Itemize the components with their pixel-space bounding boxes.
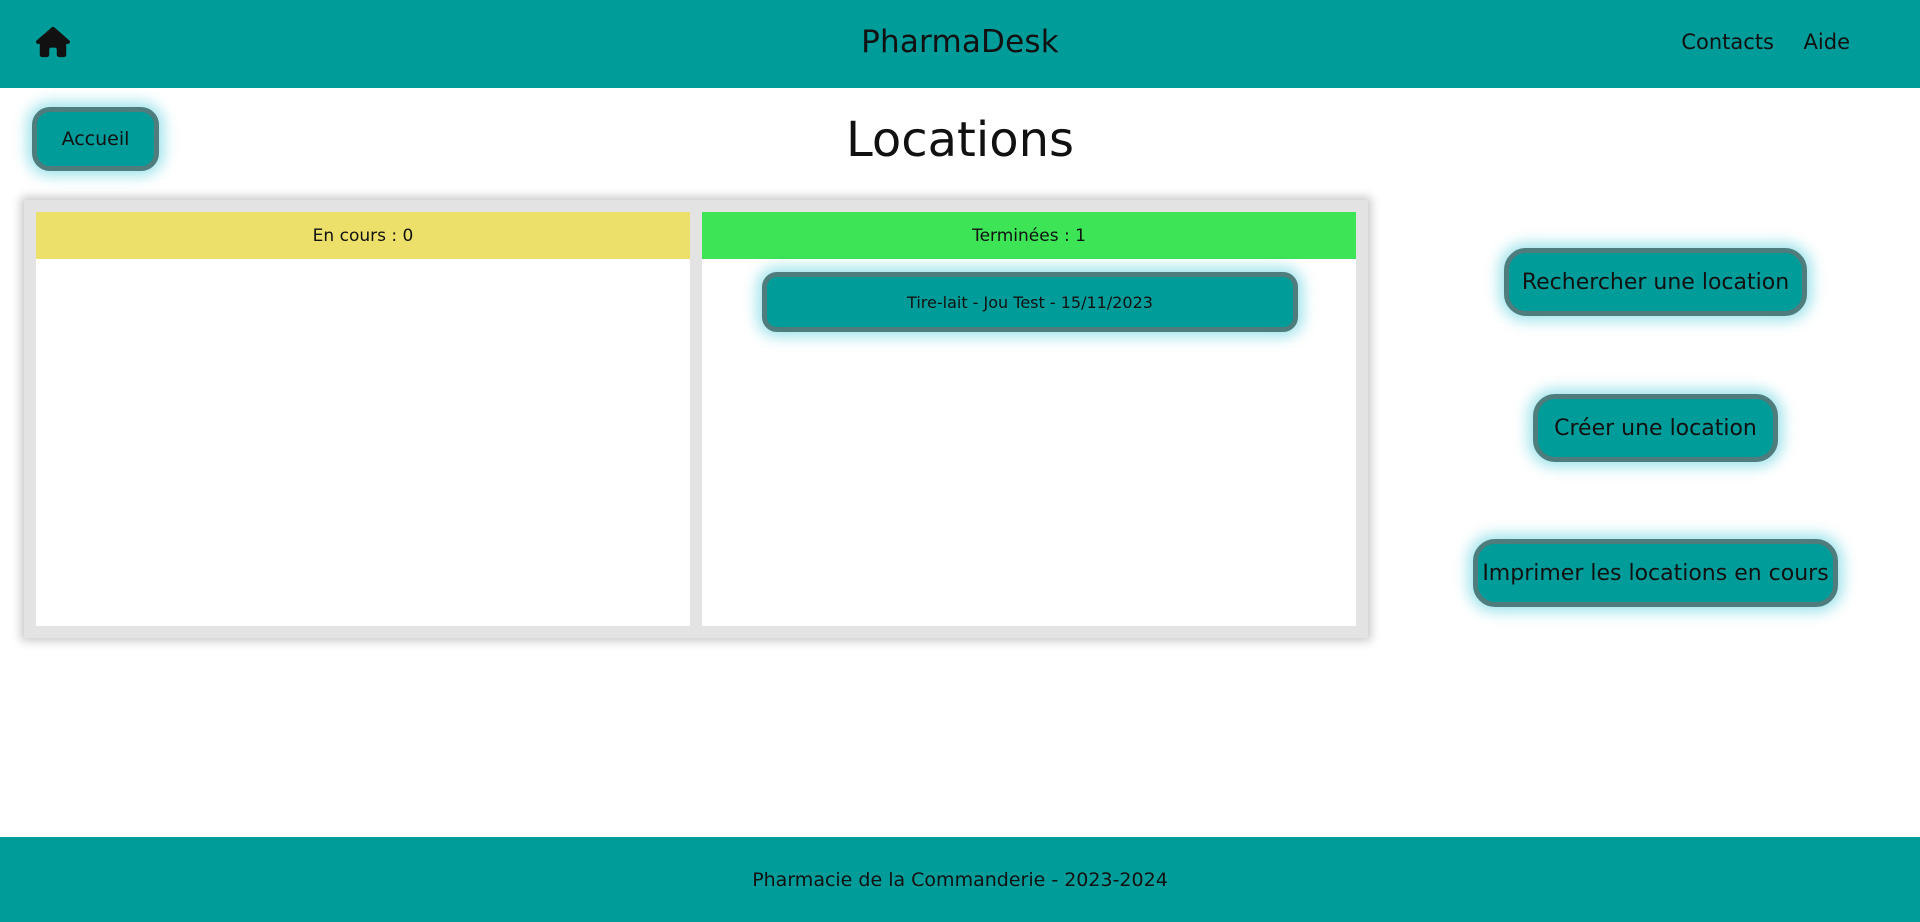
- create-rental-button[interactable]: Créer une location: [1533, 394, 1778, 462]
- rentals-board: En cours : 0 Terminées : 1 Tire-lait - J…: [24, 200, 1368, 638]
- column-header-en-cours: En cours : 0: [36, 212, 690, 259]
- column-terminees: Terminées : 1 Tire-lait - Jou Test - 15/…: [702, 212, 1356, 626]
- column-items-en-cours: [36, 259, 690, 626]
- print-rentals-button[interactable]: Imprimer les locations en cours: [1473, 539, 1838, 607]
- app-title: PharmaDesk: [861, 24, 1059, 60]
- rental-item[interactable]: Tire-lait - Jou Test - 15/11/2023: [762, 272, 1298, 332]
- footer-text: Pharmacie de la Commanderie - 2023-2024: [752, 868, 1168, 891]
- page-title: Locations: [845, 112, 1075, 168]
- nav-link-contacts[interactable]: Contacts: [1681, 30, 1774, 54]
- search-rental-button[interactable]: Rechercher une location: [1504, 248, 1807, 316]
- column-en-cours: En cours : 0: [36, 212, 690, 626]
- footer: Pharmacie de la Commanderie - 2023-2024: [0, 837, 1920, 922]
- nav-link-aide[interactable]: Aide: [1804, 30, 1850, 54]
- navbar: PharmaDesk Contacts Aide: [0, 0, 1920, 88]
- column-items-terminees: Tire-lait - Jou Test - 15/11/2023: [702, 259, 1356, 626]
- column-header-terminees: Terminées : 1: [702, 212, 1356, 259]
